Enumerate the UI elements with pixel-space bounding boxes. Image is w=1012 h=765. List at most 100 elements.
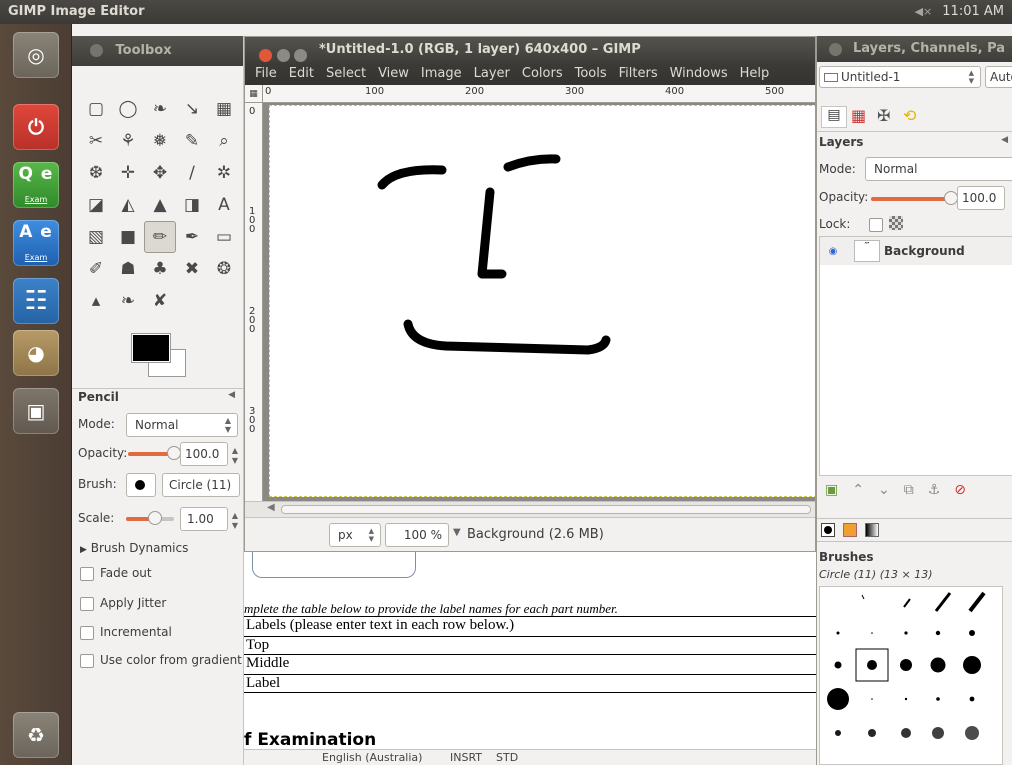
tool-button[interactable]: ♣ <box>144 253 176 285</box>
tool-button[interactable]: ❂ <box>208 253 240 285</box>
duplicate-layer-icon[interactable]: ⧉ <box>904 482 914 506</box>
maximize-icon[interactable] <box>294 49 308 62</box>
scale-slider[interactable] <box>126 511 174 525</box>
layer-opacity-slider[interactable] <box>871 191 958 205</box>
tool-button[interactable]: ◪ <box>80 189 112 221</box>
raise-layer-icon[interactable]: ⌃ <box>852 482 864 506</box>
scale-slider-knob[interactable] <box>148 511 162 525</box>
close-icon[interactable] <box>829 43 842 56</box>
tool-button[interactable]: ▴ <box>80 285 112 317</box>
doc-table-row[interactable]: Label <box>244 674 816 693</box>
tool-button[interactable]: ■ <box>112 221 144 253</box>
menu-filters[interactable]: Filters <box>619 63 664 85</box>
tool-button[interactable]: ✖ <box>176 253 208 285</box>
qe-exam-launcher[interactable]: Q e Exam <box>13 162 59 208</box>
menu-layer[interactable]: Layer <box>474 63 516 85</box>
configure-tab-icon[interactable]: ◀ <box>1001 135 1008 145</box>
tool-button[interactable]: ▭ <box>208 221 240 253</box>
tab-patterns[interactable] <box>843 523 857 537</box>
mode-select[interactable]: Normal ▲ ▼ <box>126 413 238 437</box>
opacity-spinbutton[interactable]: 100.0 <box>180 442 228 466</box>
ae-exam-launcher[interactable]: A e Exam <box>13 220 59 266</box>
tool-button[interactable]: ◯ <box>112 93 144 125</box>
tab-gradients[interactable] <box>865 523 879 537</box>
layer-opacity-spinbutton[interactable]: 100.0 <box>957 186 1005 210</box>
tool-button[interactable]: ▢ <box>80 93 112 125</box>
lock-alpha-icon[interactable] <box>889 216 903 230</box>
tab-brushes[interactable] <box>821 523 835 537</box>
layers-dock-titlebar[interactable]: Layers, Channels, Pa <box>817 36 1012 62</box>
brush-grid[interactable] <box>819 586 1003 765</box>
tool-button[interactable]: ✐ <box>80 253 112 285</box>
volume-icon[interactable]: ◀× <box>915 5 933 18</box>
menu-tools[interactable]: Tools <box>575 63 613 85</box>
opacity-slider-knob[interactable] <box>167 446 181 460</box>
incremental-check[interactable]: Incremental <box>80 625 172 640</box>
clock[interactable]: 11:01 AM <box>942 4 1004 19</box>
doc-insert-mode[interactable]: INSRT <box>450 751 482 764</box>
lock-pixels-checkbox[interactable] <box>869 218 883 232</box>
configure-tab-icon[interactable]: ◀ <box>228 390 235 400</box>
tool-button[interactable]: ❧ <box>144 93 176 125</box>
new-layer-icon[interactable]: ▣ <box>825 482 838 506</box>
menu-view[interactable]: View <box>378 63 415 85</box>
layer-list[interactable]: ◉ ‴ Background <box>819 236 1012 476</box>
tool-button[interactable]: ✒ <box>176 221 208 253</box>
opacity-slider[interactable] <box>128 446 181 460</box>
tool-button[interactable]: ◭ <box>112 189 144 221</box>
tab-undo[interactable]: ⟲ <box>903 106 916 125</box>
auto-button[interactable]: Auto <box>985 66 1012 88</box>
foreground-color-swatch[interactable] <box>132 334 170 362</box>
anchor-icon[interactable]: ⚓ <box>928 482 941 506</box>
doc-table-row[interactable]: Middle <box>244 654 816 672</box>
doc-table-row[interactable]: Labels (please enter text in each row be… <box>244 616 816 634</box>
tool-button[interactable]: ↘ <box>176 93 208 125</box>
tool-button[interactable]: ❧ <box>112 285 144 317</box>
checkbox[interactable] <box>80 625 94 640</box>
apply-jitter-check[interactable]: Apply Jitter <box>80 596 166 611</box>
image-select[interactable]: Untitled-1 ▲ ▼ <box>819 66 981 88</box>
unit-select[interactable]: px ▲ ▼ <box>329 523 381 547</box>
scroll-left-icon[interactable]: ◀ <box>267 502 275 513</box>
tool-button[interactable]: A <box>208 189 240 221</box>
tool-button[interactable]: ✏ <box>144 221 176 253</box>
menu-image[interactable]: Image <box>421 63 468 85</box>
tool-button[interactable]: ▦ <box>208 93 240 125</box>
tool-button[interactable]: ✲ <box>208 157 240 189</box>
checkbox[interactable] <box>80 653 94 668</box>
close-icon[interactable] <box>259 49 272 62</box>
tool-button[interactable]: ☗ <box>112 253 144 285</box>
canvas-area[interactable] <box>263 103 815 501</box>
eye-icon[interactable]: ◉ <box>820 246 846 257</box>
spin-arrows-icon[interactable]: ▲ ▼ <box>230 446 240 466</box>
horizontal-ruler[interactable]: 0 100 200 300 400 500 <box>263 85 815 103</box>
layer-name[interactable]: Background <box>884 244 965 258</box>
tool-button[interactable]: ◨ <box>176 189 208 221</box>
tool-button[interactable]: ▧ <box>80 221 112 253</box>
scrollbar-thumb[interactable] <box>281 505 811 514</box>
tool-button[interactable]: ⌕ <box>208 125 240 157</box>
trash-launcher[interactable]: ♻ <box>13 712 59 758</box>
tab-paths[interactable]: ✠ <box>877 106 890 125</box>
zoom-field[interactable]: 100 % <box>385 523 449 547</box>
image-window-titlebar[interactable]: *Untitled-1.0 (RGB, 1 layer) 640x400 – G… <box>245 37 815 63</box>
menu-help[interactable]: Help <box>740 63 776 85</box>
tool-button[interactable]: ✎ <box>176 125 208 157</box>
tool-button[interactable]: ❆ <box>80 157 112 189</box>
writer-launcher[interactable]: ☷ <box>13 278 59 324</box>
brush-name-field[interactable]: Circle (11) <box>162 473 240 497</box>
window-launcher[interactable]: ▣ <box>13 388 59 434</box>
tab-layers[interactable]: ▤ <box>821 106 847 128</box>
gimp-launcher[interactable]: ◕ <box>13 330 59 376</box>
menu-windows[interactable]: Windows <box>670 63 734 85</box>
delete-layer-icon[interactable]: ⊘ <box>954 482 966 506</box>
toolbox-titlebar[interactable]: Toolbox <box>72 36 243 66</box>
tool-button[interactable]: ∕ <box>176 157 208 189</box>
chevron-down-icon[interactable]: ▼ <box>453 527 461 538</box>
tool-button[interactable]: ✂ <box>80 125 112 157</box>
tool-button[interactable]: ▲ <box>144 189 176 221</box>
close-icon[interactable] <box>90 44 103 57</box>
use-gradient-check[interactable]: Use color from gradient <box>80 653 242 668</box>
checkbox[interactable] <box>80 596 94 611</box>
fade-out-check[interactable]: Fade out <box>80 566 152 581</box>
